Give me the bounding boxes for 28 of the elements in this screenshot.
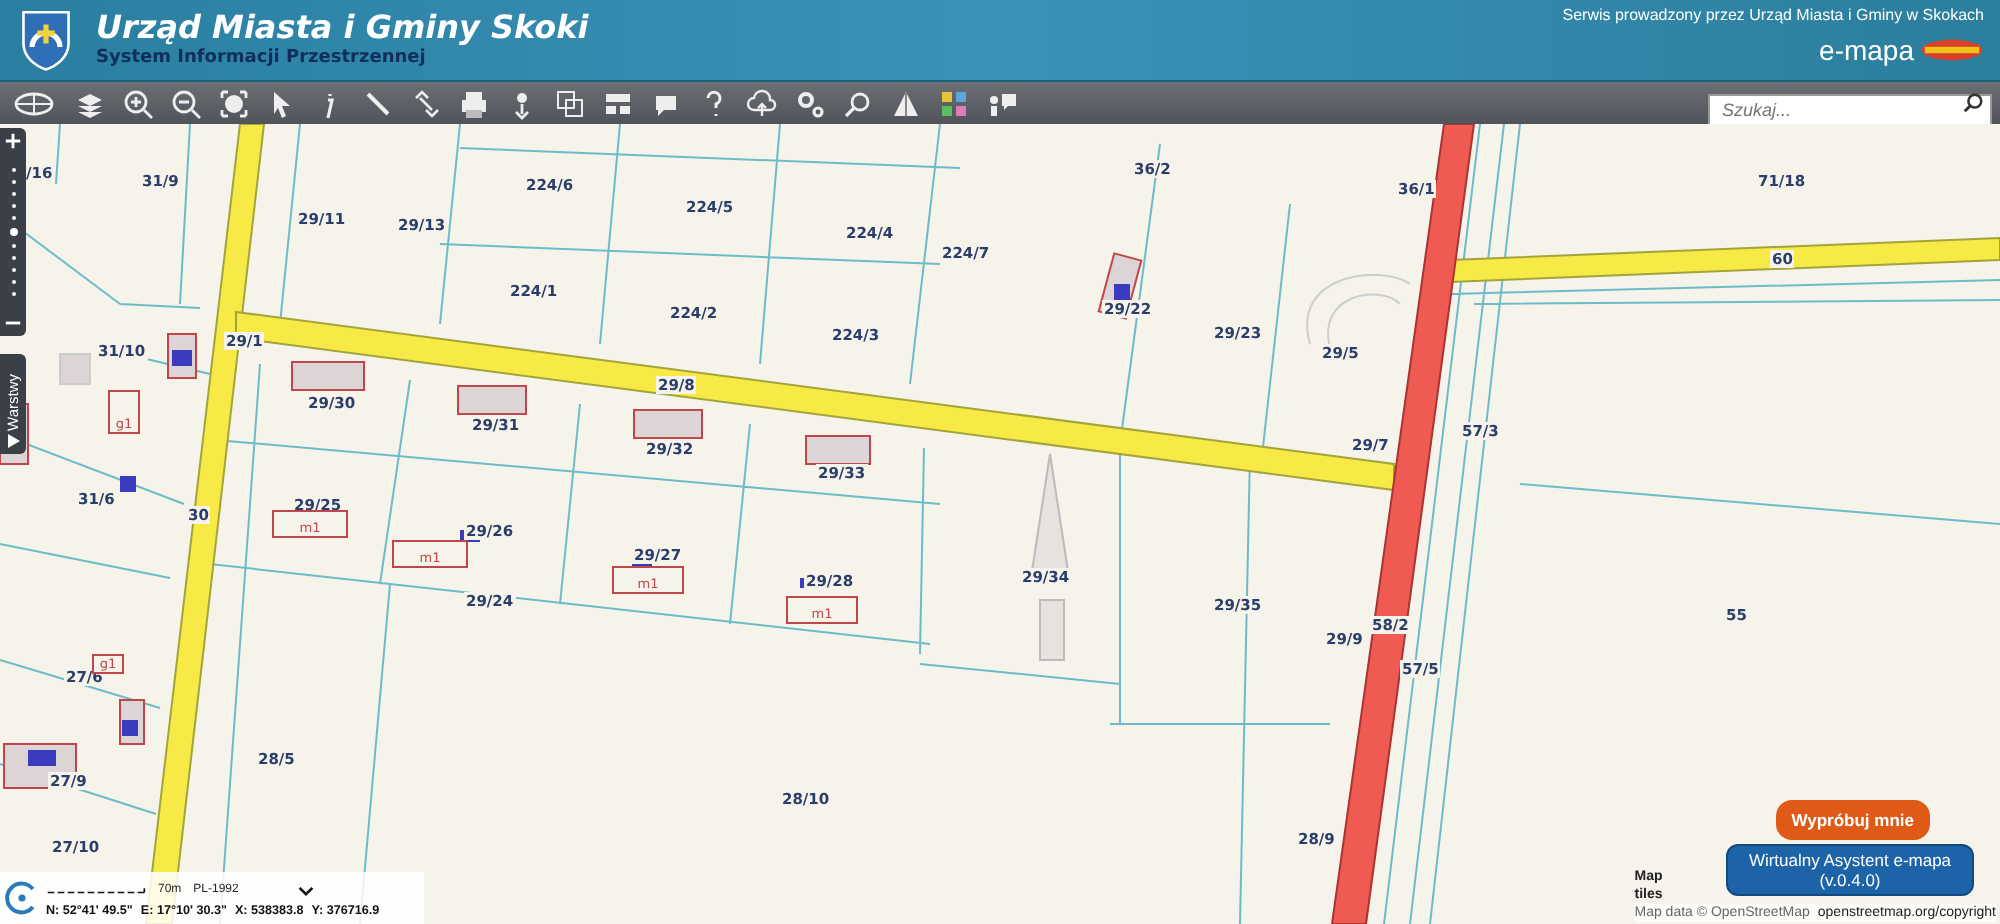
service-note: Serwis prowadzony przez Urząd Miasta i Gminy w Skokach xyxy=(1562,6,1984,24)
search-icon[interactable] xyxy=(842,87,874,119)
zoom-in-icon[interactable] xyxy=(4,132,22,150)
scale-bar-icon xyxy=(46,884,146,896)
print-icon[interactable] xyxy=(458,87,490,119)
caret-icon[interactable] xyxy=(298,885,315,895)
site-title: Urząd Miasta i Gminy Skoki xyxy=(96,10,589,46)
full-extent-icon[interactable] xyxy=(218,87,250,119)
globe-icon[interactable] xyxy=(10,87,58,119)
parcel-map-drawing[interactable] xyxy=(0,124,2000,924)
search-icon xyxy=(1962,92,1984,114)
zoom-out-icon[interactable] xyxy=(170,87,202,119)
search-field[interactable]: Szukaj... xyxy=(1708,93,1992,127)
settings-icon[interactable] xyxy=(794,87,826,119)
triangle-icon[interactable] xyxy=(890,87,922,119)
assistant-button[interactable]: Wirtualny Asystent e-mapa (v.0.4.0) xyxy=(1726,844,1974,896)
brand-name: e-mapa xyxy=(1819,36,1914,64)
locate-icon[interactable] xyxy=(4,880,40,916)
ruler-icon[interactable] xyxy=(362,87,394,119)
cloud-upload-icon[interactable] xyxy=(746,87,778,119)
overlap-icon[interactable] xyxy=(554,87,586,119)
color-grid-icon[interactable] xyxy=(938,87,970,119)
zoom-in-icon[interactable] xyxy=(122,87,154,119)
site-subtitle: System Informacji Przestrzennej xyxy=(96,46,428,70)
crest-logo xyxy=(20,6,72,74)
try-me-bubble[interactable]: Wypróbuj mnie xyxy=(1775,800,1930,840)
play-icon xyxy=(7,434,19,448)
brand-logo xyxy=(1920,38,1984,62)
